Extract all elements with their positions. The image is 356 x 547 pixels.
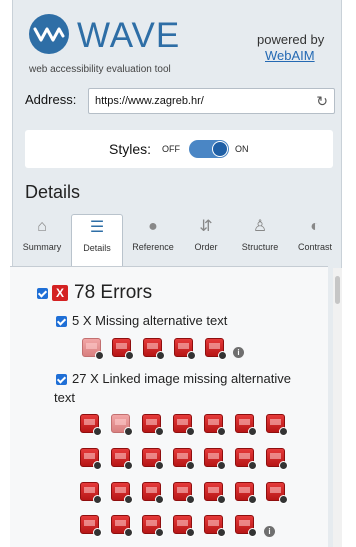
tab-structure[interactable]: ♙ Structure bbox=[231, 214, 289, 266]
error-icon[interactable] bbox=[80, 448, 102, 470]
address-label: Address: bbox=[25, 92, 77, 107]
styles-toggle-row: Styles: OFF ON bbox=[25, 130, 333, 168]
tab-reference[interactable]: ● Reference bbox=[125, 214, 181, 266]
details-panel bbox=[10, 266, 328, 547]
tab-summary[interactable]: ⌂ Summary bbox=[15, 214, 69, 266]
info-circle-icon: ● bbox=[148, 218, 158, 235]
linked-image-label: 27 X Linked image missing alternative bbox=[72, 371, 291, 386]
tab-contrast[interactable]: ◐ Contrast bbox=[289, 214, 341, 266]
address-value: https://www.zagreb.hr/ bbox=[95, 95, 204, 107]
missing-alt-checkbox[interactable] bbox=[56, 316, 67, 327]
error-icon[interactable] bbox=[82, 338, 104, 360]
tab-label: Order bbox=[194, 242, 218, 252]
error-icon[interactable] bbox=[205, 338, 227, 360]
error-icon[interactable] bbox=[235, 414, 257, 436]
error-icon[interactable] bbox=[142, 414, 164, 436]
error-icon[interactable] bbox=[142, 482, 164, 504]
powered-by-text: powered by bbox=[257, 32, 325, 47]
tab-order[interactable]: ⇵ Order bbox=[183, 214, 229, 266]
details-tabs: ⌂ Summary ☰ Details ● Reference ⇵ Order … bbox=[13, 214, 343, 266]
error-icon[interactable] bbox=[173, 515, 195, 537]
error-icon[interactable] bbox=[173, 482, 195, 504]
logo-text: WAVE bbox=[77, 16, 181, 55]
styles-off-label: OFF bbox=[162, 144, 180, 154]
error-icon[interactable] bbox=[143, 338, 165, 360]
error-icon[interactable] bbox=[111, 448, 133, 470]
error-icon[interactable] bbox=[112, 338, 134, 360]
error-icon[interactable] bbox=[80, 482, 102, 504]
address-bar: Address: https://www.zagreb.hr/ ↻ bbox=[13, 86, 343, 114]
error-icon[interactable] bbox=[204, 515, 226, 537]
error-icon[interactable] bbox=[173, 414, 195, 436]
error-icon[interactable] bbox=[80, 414, 102, 436]
info-icon[interactable]: i bbox=[233, 347, 244, 358]
tab-label: Summary bbox=[22, 242, 62, 252]
error-icon[interactable] bbox=[204, 482, 226, 504]
styles-on-label: ON bbox=[235, 144, 249, 154]
tab-label: Structure bbox=[241, 242, 279, 252]
tab-label: Contrast bbox=[297, 242, 332, 252]
error-icon[interactable] bbox=[266, 448, 288, 470]
error-icon[interactable] bbox=[266, 482, 288, 504]
contrast-icon: ◐ bbox=[310, 218, 320, 235]
error-icon[interactable] bbox=[111, 414, 133, 436]
error-icon[interactable] bbox=[235, 515, 257, 537]
errors-title: 78 Errors bbox=[74, 282, 153, 303]
error-icon[interactable] bbox=[173, 448, 195, 470]
styles-toggle[interactable] bbox=[189, 140, 229, 158]
scrollbar-thumb[interactable] bbox=[335, 276, 340, 304]
structure-icon: ♙ bbox=[252, 218, 268, 235]
scrollbar[interactable] bbox=[333, 268, 342, 547]
error-badge-icon: X bbox=[52, 285, 68, 301]
error-icon[interactable] bbox=[174, 338, 196, 360]
reload-icon[interactable]: ↻ bbox=[316, 89, 328, 113]
tab-details[interactable]: ☰ Details bbox=[71, 214, 123, 266]
tab-label: Reference bbox=[132, 242, 174, 252]
tagline: web accessibility evaluation tool bbox=[29, 64, 171, 75]
linked-image-label-cont: text bbox=[54, 390, 75, 405]
wave-logo-icon bbox=[29, 14, 69, 54]
error-icon[interactable] bbox=[142, 515, 164, 537]
missing-alt-label: 5 X Missing alternative text bbox=[72, 313, 228, 328]
linked-image-checkbox[interactable] bbox=[56, 374, 67, 385]
toggle-knob bbox=[212, 141, 228, 157]
styles-label: Styles: bbox=[109, 141, 152, 157]
error-icon[interactable] bbox=[204, 414, 226, 436]
error-icon[interactable] bbox=[111, 515, 133, 537]
error-icon[interactable] bbox=[204, 448, 226, 470]
address-input[interactable]: https://www.zagreb.hr/ ↻ bbox=[88, 88, 335, 114]
error-icon[interactable] bbox=[266, 414, 288, 436]
error-icon[interactable] bbox=[235, 448, 257, 470]
error-icon[interactable] bbox=[235, 482, 257, 504]
tab-label: Details bbox=[83, 243, 111, 253]
home-icon: ⌂ bbox=[37, 218, 47, 235]
info-icon[interactable]: i bbox=[264, 526, 275, 537]
errors-checkbox[interactable] bbox=[37, 288, 48, 299]
error-icon[interactable] bbox=[142, 448, 164, 470]
header: WAVE web accessibility evaluation tool p… bbox=[13, 0, 343, 82]
list-icon: ☰ bbox=[89, 219, 105, 236]
webaim-link[interactable]: WebAIM bbox=[265, 48, 315, 64]
error-icon[interactable] bbox=[80, 515, 102, 537]
details-title: Details bbox=[25, 182, 81, 202]
error-icon[interactable] bbox=[111, 482, 133, 504]
order-icon: ⇵ bbox=[199, 218, 213, 235]
